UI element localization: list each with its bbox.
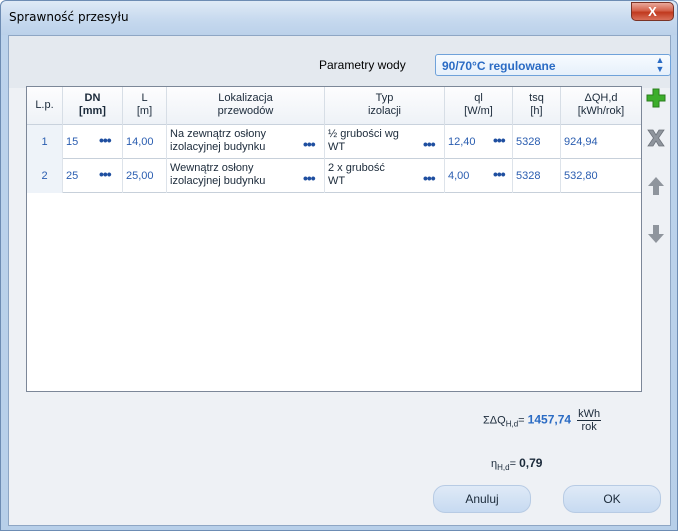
row-ql-cell[interactable]: 4,00 •••	[445, 159, 513, 193]
add-row-icon[interactable]	[646, 88, 666, 108]
row-l: 25,00	[126, 170, 154, 182]
ql-picker-button[interactable]: •••	[493, 133, 506, 147]
row-lokalizacja: Wewnątrz osłony izolacyjnej budynku	[170, 162, 266, 187]
dn-picker-button[interactable]: •••	[99, 167, 112, 181]
header-ql: ql [W/m]	[445, 87, 513, 125]
row-lp: 2	[27, 159, 63, 193]
row-lokalizacja: Na zewnątrz osłony izolacyjnej budynku	[170, 128, 266, 153]
delete-row-icon[interactable]	[646, 128, 666, 148]
typ-picker-button[interactable]: •••	[423, 137, 436, 151]
header-lokalizacja: Lokalizacja przewodów	[167, 87, 325, 125]
row-ql: 12,40	[448, 136, 476, 148]
window-title: Sprawność przesyłu	[9, 10, 129, 24]
row-l: 14,00	[126, 136, 154, 148]
row-ql-cell[interactable]: 12,40 •••	[445, 125, 513, 159]
row-l-cell[interactable]: 25,00	[123, 159, 167, 193]
row-dqhd-cell: 924,94	[561, 125, 641, 159]
dialog-content: Parametry wody 90/70°C regulowane ▲ ▼ L.p…	[8, 35, 671, 526]
row-lp: 1	[27, 125, 63, 159]
header-dqhd: ΔQH,d [kWh/rok]	[577, 92, 625, 117]
row-typ: ½ grubości wg WT	[328, 128, 399, 153]
dn-picker-button[interactable]: •••	[99, 133, 112, 147]
row-ql: 4,00	[448, 170, 470, 182]
ok-button[interactable]: OK	[563, 485, 661, 513]
ql-picker-button[interactable]: •••	[493, 167, 506, 181]
pipe-sections-table: L.p. DN [mm] L [m] Lokalizacja przewodów Ty…	[26, 86, 642, 392]
header-lp: L.p.	[27, 87, 63, 125]
updown-arrows-icon: ▲ ▼	[655, 55, 665, 74]
parameters-bar: Parametry wody 90/70°C regulowane ▲ ▼	[9, 36, 671, 88]
move-down-icon[interactable]	[646, 224, 666, 244]
title-bar: Sprawność przesyłu X	[1, 1, 677, 35]
dialog-window: Sprawność przesyłu X Parametry wody 90/7…	[0, 0, 678, 531]
row-dqhd: 924,94	[564, 136, 598, 148]
row-dn-cell[interactable]: 15 •••	[63, 125, 123, 159]
row-tsq: 5328	[516, 136, 541, 148]
header-l: L [m]	[123, 87, 167, 125]
row-typ-cell[interactable]: 2 x grubość WT •••	[325, 159, 445, 193]
row-dqhd-cell: 532,80	[561, 159, 641, 193]
lokalizacja-picker-button[interactable]: •••	[303, 171, 316, 185]
close-button[interactable]: X	[631, 2, 674, 21]
table-header: L.p. DN [mm] L [m] Lokalizacja przewodów Ty…	[27, 87, 641, 125]
row-lokalizacja-cell[interactable]: Na zewnątrz osłony izolacyjnej budynku ••…	[167, 125, 325, 159]
water-parameters-value: 90/70°C regulowane	[442, 59, 556, 73]
header-tsq: tsq [h]	[513, 87, 561, 125]
row-tsq-cell[interactable]: 5328	[513, 159, 561, 193]
table-row[interactable]: 1 15 ••• 14,00 Na zewnątrz osłony izolacy…	[27, 125, 641, 159]
row-l-cell[interactable]: 14,00	[123, 125, 167, 159]
row-typ: 2 x grubość WT	[328, 162, 385, 187]
row-typ-cell[interactable]: ½ grubości wg WT •••	[325, 125, 445, 159]
sum-unit: kWh rok	[577, 408, 602, 433]
typ-picker-button[interactable]: •••	[423, 171, 436, 185]
header-dn: DN [mm]	[63, 87, 123, 125]
sum-losses: ΣΔQH,d= 1457,74 kWh rok	[483, 408, 602, 433]
efficiency: ηH,d= 0,79	[491, 456, 543, 473]
sum-losses-value: 1457,74	[527, 412, 572, 427]
water-parameters-select[interactable]: 90/70°C regulowane ▲ ▼	[435, 54, 671, 76]
water-parameters-label: Parametry wody	[319, 58, 406, 72]
table-row[interactable]: 2 25 ••• 25,00 Wewnątrz osłony izolacyjne…	[27, 159, 641, 193]
efficiency-value: 0,79	[519, 456, 543, 470]
header-typ: Typ izolacji	[325, 87, 445, 125]
lokalizacja-picker-button[interactable]: •••	[303, 137, 316, 151]
row-tsq: 5328	[516, 170, 541, 182]
row-dn: 15	[66, 136, 79, 148]
move-up-icon[interactable]	[646, 176, 666, 196]
row-lokalizacja-cell[interactable]: Wewnątrz osłony izolacyjnej budynku •••	[167, 159, 325, 193]
cancel-button[interactable]: Anuluj	[433, 485, 531, 513]
row-dn-cell[interactable]: 25 •••	[63, 159, 123, 193]
row-dn: 25	[66, 170, 79, 182]
row-tsq-cell[interactable]: 5328	[513, 125, 561, 159]
row-dqhd: 532,80	[564, 170, 598, 182]
